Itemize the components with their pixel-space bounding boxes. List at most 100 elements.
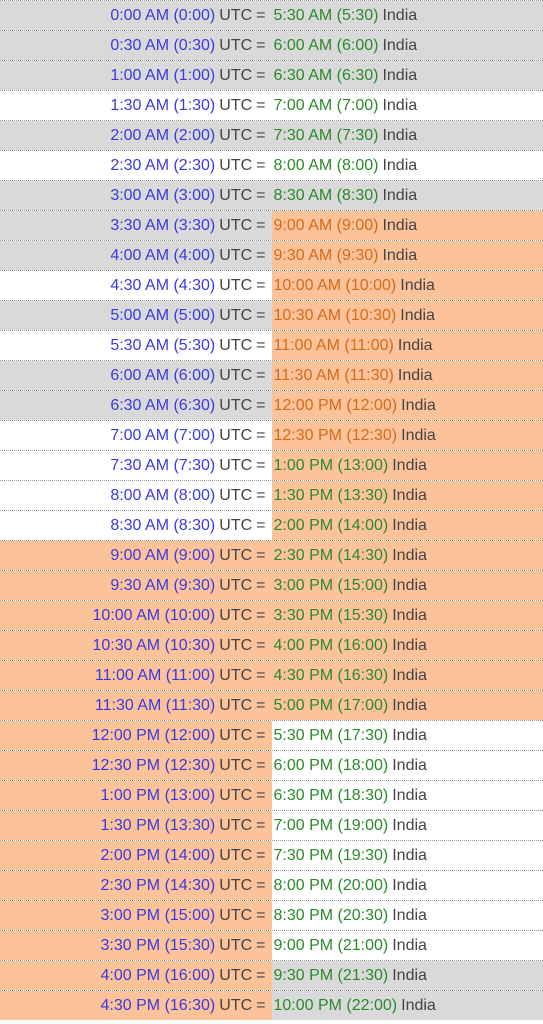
utc-label: UTC [219,877,252,895]
utc-label: UTC [219,577,252,595]
utc-label: UTC [219,157,252,175]
india-time: 8:30 AM (8:30) [274,187,379,205]
equals-sign: = [252,7,269,25]
utc-cell: 2:30 AM (2:30)UTC= [0,151,272,180]
utc-time: 10:00 AM (10:00) [93,607,216,625]
utc-label: UTC [219,847,252,865]
equals-sign: = [252,247,269,265]
utc-cell: 2:00 PM (14:00)UTC= [0,841,272,870]
india-label: India [392,697,427,715]
utc-time: 2:00 AM (2:00) [110,127,215,145]
utc-cell: 11:30 AM (11:30)UTC= [0,691,272,720]
table-row: 1:30 AM (1:30)UTC=7:00 AM (7:00)India [0,90,543,120]
india-cell: 10:30 AM (10:30)India [272,301,543,330]
utc-label: UTC [219,7,252,25]
equals-sign: = [252,787,269,805]
equals-sign: = [252,487,269,505]
india-cell: 12:30 PM (12:30)India [272,421,543,450]
india-label: India [382,157,417,175]
equals-sign: = [252,817,269,835]
utc-time: 5:30 AM (5:30) [110,337,215,355]
india-cell: 10:00 AM (10:00)India [272,271,543,300]
india-cell: 3:00 PM (15:00)India [272,571,543,600]
equals-sign: = [252,967,269,985]
utc-label: UTC [219,787,252,805]
utc-label: UTC [219,457,252,475]
table-row: 3:00 PM (15:00)UTC=8:30 PM (20:30)India [0,900,543,930]
equals-sign: = [252,577,269,595]
utc-label: UTC [219,817,252,835]
india-cell: 9:00 AM (9:00)India [272,211,543,240]
utc-time: 4:00 AM (4:00) [110,247,215,265]
equals-sign: = [252,277,269,295]
utc-cell: 4:30 PM (16:30)UTC= [0,991,272,1020]
time-conversion-table: 0:00 AM (0:00)UTC=5:30 AM (5:30)India0:3… [0,0,543,1020]
india-time: 9:00 AM (9:00) [274,217,379,235]
utc-label: UTC [219,127,252,145]
table-row: 7:30 AM (7:30)UTC=1:00 PM (13:00)India [0,450,543,480]
utc-cell: 3:00 PM (15:00)UTC= [0,901,272,930]
equals-sign: = [252,697,269,715]
table-row: 1:00 PM (13:00)UTC=6:30 PM (18:30)India [0,780,543,810]
equals-sign: = [252,757,269,775]
table-row: 4:30 AM (4:30)UTC=10:00 AM (10:00)India [0,270,543,300]
india-label: India [382,247,417,265]
india-time: 9:30 PM (21:30) [274,967,389,985]
india-time: 7:00 PM (19:00) [274,817,389,835]
india-time: 1:30 PM (13:30) [274,487,389,505]
india-cell: 6:00 PM (18:00)India [272,751,543,780]
india-label: India [382,217,417,235]
india-time: 7:30 AM (7:30) [274,127,379,145]
utc-label: UTC [219,307,252,325]
table-row: 12:00 PM (12:00)UTC=5:30 PM (17:30)India [0,720,543,750]
india-cell: 9:30 PM (21:30)India [272,961,543,990]
equals-sign: = [252,187,269,205]
table-row: 9:00 AM (9:00)UTC=2:30 PM (14:30)India [0,540,543,570]
utc-label: UTC [219,367,252,385]
india-cell: 9:00 PM (21:00)India [272,931,543,960]
utc-time: 4:30 AM (4:30) [110,277,215,295]
utc-cell: 3:00 AM (3:00)UTC= [0,181,272,210]
utc-cell: 1:30 PM (13:30)UTC= [0,811,272,840]
india-cell: 5:30 AM (5:30)India [272,1,543,30]
utc-time: 8:00 AM (8:00) [110,487,215,505]
india-time: 12:30 PM (12:30) [274,427,398,445]
table-row: 2:30 PM (14:30)UTC=8:00 PM (20:00)India [0,870,543,900]
india-label: India [382,67,417,85]
india-time: 7:00 AM (7:00) [274,97,379,115]
utc-time: 0:00 AM (0:00) [110,7,215,25]
india-time: 3:00 PM (15:00) [274,577,389,595]
india-time: 6:30 PM (18:30) [274,787,389,805]
india-label: India [392,847,427,865]
utc-cell: 6:00 AM (6:00)UTC= [0,361,272,390]
table-row: 7:00 AM (7:00)UTC=12:30 PM (12:30)India [0,420,543,450]
utc-cell: 7:30 AM (7:30)UTC= [0,451,272,480]
utc-label: UTC [219,97,252,115]
india-label: India [400,307,435,325]
table-row: 11:30 AM (11:30)UTC=5:00 PM (17:00)India [0,690,543,720]
utc-cell: 9:30 AM (9:30)UTC= [0,571,272,600]
india-cell: 9:30 AM (9:30)India [272,241,543,270]
utc-label: UTC [219,187,252,205]
india-label: India [392,667,427,685]
utc-time: 10:30 AM (10:30) [93,637,216,655]
table-row: 11:00 AM (11:00)UTC=4:30 PM (16:30)India [0,660,543,690]
india-label: India [401,427,436,445]
india-label: India [392,967,427,985]
india-cell: 4:00 PM (16:00)India [272,631,543,660]
table-row: 3:30 PM (15:30)UTC=9:00 PM (21:00)India [0,930,543,960]
utc-label: UTC [219,487,252,505]
utc-cell: 0:00 AM (0:00)UTC= [0,1,272,30]
equals-sign: = [252,97,269,115]
equals-sign: = [252,847,269,865]
utc-label: UTC [219,607,252,625]
india-time: 9:30 AM (9:30) [274,247,379,265]
table-row: 10:00 AM (10:00)UTC=3:30 PM (15:30)India [0,600,543,630]
india-label: India [392,487,427,505]
india-cell: 2:30 PM (14:30)India [272,541,543,570]
table-row: 4:30 PM (16:30)UTC=10:00 PM (22:00)India [0,990,543,1020]
equals-sign: = [252,997,269,1015]
utc-time: 1:30 PM (13:30) [101,817,216,835]
utc-label: UTC [219,277,252,295]
utc-cell: 0:30 AM (0:30)UTC= [0,31,272,60]
